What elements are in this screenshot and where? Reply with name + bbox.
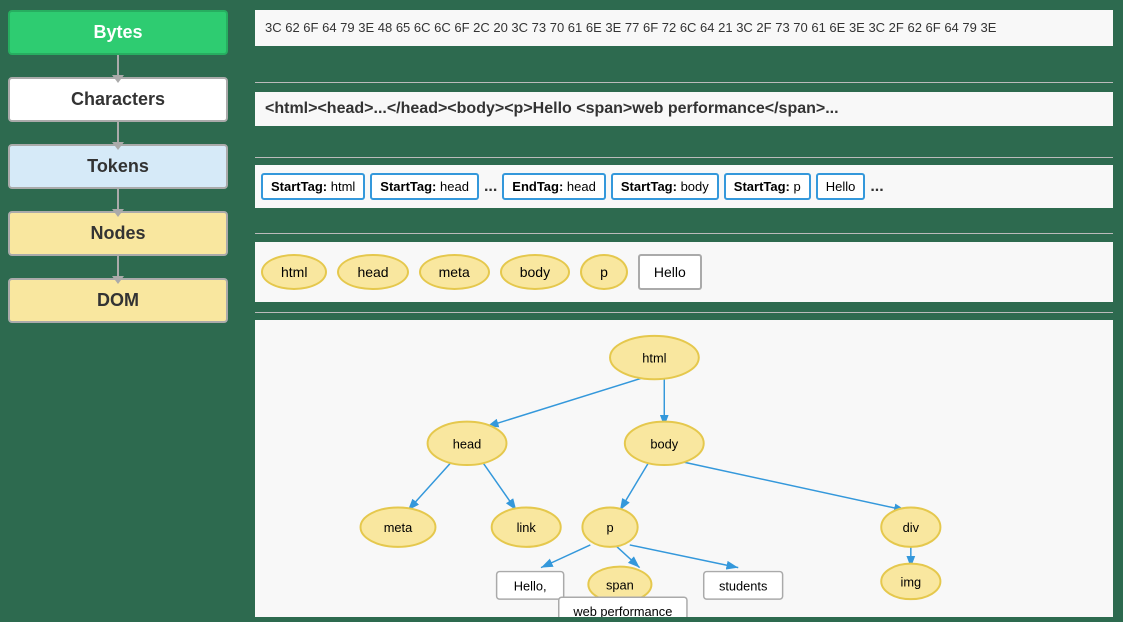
divider-2 xyxy=(255,157,1113,158)
characters-box: Characters xyxy=(8,77,228,122)
node-body: body xyxy=(500,254,570,290)
node-p: p xyxy=(580,254,628,290)
dom-node-students: students xyxy=(719,578,767,593)
token-startbody: StartTag: body xyxy=(611,173,719,200)
nodes-box: Nodes xyxy=(8,211,228,256)
node-hello-text: Hello xyxy=(638,254,702,290)
token-type-4: StartTag: xyxy=(621,179,677,194)
pipeline: Bytes Characters Tokens Nodes DOM xyxy=(8,10,228,323)
dom-label: DOM xyxy=(97,290,139,310)
node-html: html xyxy=(261,254,327,290)
dom-node-meta: meta xyxy=(384,520,413,535)
node-head: head xyxy=(337,254,408,290)
dom-node-span: span xyxy=(606,577,634,592)
tokens-box: Tokens xyxy=(8,144,228,189)
token-type-1: StartTag: xyxy=(271,179,327,194)
node-meta: meta xyxy=(419,254,490,290)
token-ellipsis-1: ... xyxy=(484,178,497,196)
dom-node-webperf: web performance xyxy=(572,604,672,617)
characters-row: <html><head>...</head><body><p>Hello <sp… xyxy=(255,92,1113,126)
tokens-row: StartTag: html StartTag: head ... EndTag… xyxy=(255,165,1113,208)
token-type-5: StartTag: xyxy=(734,179,790,194)
token-startp: StartTag: p xyxy=(724,173,811,200)
divider-4 xyxy=(255,312,1113,313)
dom-node-html: html xyxy=(642,350,666,365)
token-endhead: EndTag: head xyxy=(502,173,606,200)
arrow-bytes-characters xyxy=(117,55,119,77)
token-type-2: StartTag: xyxy=(380,179,436,194)
dom-tree-svg: html head body meta link p div Hello, xyxy=(255,320,1113,617)
dom-node-img: img xyxy=(900,574,921,589)
bytes-box: Bytes xyxy=(8,10,228,55)
characters-label: Characters xyxy=(71,89,165,109)
content-area: 3C 62 6F 64 79 3E 48 65 6C 6C 6F 2C 20 3… xyxy=(245,0,1123,622)
dom-node-div: div xyxy=(903,520,920,535)
token-starthead: StartTag: head xyxy=(370,173,479,200)
nodes-label: Nodes xyxy=(90,223,145,243)
token-starthtml: StartTag: html xyxy=(261,173,365,200)
dom-row: html head body meta link p div Hello, xyxy=(255,320,1113,617)
nodes-row: html head meta body p Hello xyxy=(255,242,1113,302)
bytes-hex-row: 3C 62 6F 64 79 3E 48 65 6C 6C 6F 2C 20 3… xyxy=(255,10,1113,46)
divider-3 xyxy=(255,233,1113,234)
token-hello: Hello xyxy=(816,173,866,200)
tokens-label: Tokens xyxy=(87,156,149,176)
token-ellipsis-2: ... xyxy=(870,178,883,196)
dom-node-body: body xyxy=(650,436,678,451)
bytes-hex-text: 3C 62 6F 64 79 3E 48 65 6C 6C 6F 2C 20 3… xyxy=(265,20,996,35)
dom-node-hello: Hello, xyxy=(514,578,547,593)
dom-node-head: head xyxy=(453,436,482,451)
divider-1 xyxy=(255,82,1113,83)
characters-text: <html><head>...</head><body><p>Hello <sp… xyxy=(265,100,839,117)
bytes-label: Bytes xyxy=(93,22,142,42)
arrow-characters-tokens xyxy=(117,122,119,144)
dom-node-p: p xyxy=(606,520,613,535)
dom-node-link: link xyxy=(517,520,537,535)
arrow-nodes-dom xyxy=(117,256,119,278)
token-type-3: EndTag: xyxy=(512,179,563,194)
arrow-tokens-nodes xyxy=(117,189,119,211)
dom-box: DOM xyxy=(8,278,228,323)
